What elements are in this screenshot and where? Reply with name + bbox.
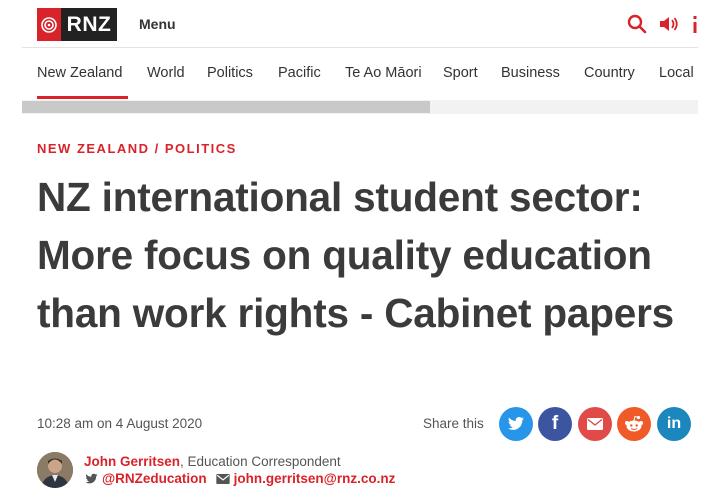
article-timestamp: 10:28 am on 4 August 2020 (37, 416, 203, 431)
email-small-icon (216, 473, 230, 484)
email-icon (587, 418, 603, 430)
rnz-logo-text: RNZ (61, 8, 117, 41)
share-label: Share this (423, 416, 484, 431)
menu-button[interactable]: Menu (139, 16, 176, 32)
nav-item-world[interactable]: World (147, 65, 185, 81)
nav-item-local[interactable]: Local (659, 65, 694, 81)
twitter-small-icon (85, 473, 98, 483)
author-avatar[interactable] (37, 452, 73, 488)
share-linkedin-button[interactable]: in (657, 407, 691, 441)
share-reddit-button[interactable] (617, 407, 651, 441)
nav-item-business[interactable]: Business (501, 65, 560, 81)
nav-item-te-ao-maori[interactable]: Te Ao Māori (345, 65, 422, 81)
author-twitter-link[interactable]: @RNZeducation (102, 471, 207, 486)
nav-item-pacific[interactable]: Pacific (278, 65, 321, 81)
search-icon[interactable] (626, 13, 648, 35)
linkedin-icon: in (666, 415, 682, 432)
twitter-icon (508, 417, 524, 430)
author-byline: John Gerritsen, Education Correspondent (84, 454, 341, 469)
author-name[interactable]: John Gerritsen (84, 454, 180, 469)
facebook-icon: f (551, 413, 559, 434)
author-role: , Education Correspondent (180, 454, 341, 469)
author-email-link[interactable]: john.gerritsen@rnz.co.nz (234, 471, 396, 486)
nav-item-politics[interactable]: Politics (207, 65, 253, 81)
nav-item-sport[interactable]: Sport (443, 65, 478, 81)
site-header: RNZ Menu (0, 0, 725, 48)
nav-active-indicator (37, 96, 128, 99)
nav-item-country[interactable]: Country (584, 65, 635, 81)
nav-item-new-zealand[interactable]: New Zealand (37, 65, 122, 81)
nav-scrollbar-thumb[interactable] (22, 101, 430, 113)
share-twitter-button[interactable] (499, 407, 533, 441)
rnz-logo-mark-icon (37, 8, 61, 41)
article-headline: NZ international student sector: More fo… (37, 174, 674, 336)
section-nav: New Zealand World Politics Pacific Te Ao… (0, 48, 725, 100)
share-facebook-button[interactable]: f (538, 407, 572, 441)
reddit-icon (625, 415, 643, 432)
author-contacts: @RNZeducation john.gerritsen@rnz.co.nz (84, 471, 395, 486)
share-email-button[interactable] (578, 407, 612, 441)
audio-icon[interactable] (657, 13, 679, 35)
breadcrumb[interactable]: NEW ZEALAND / POLITICS (37, 141, 237, 156)
rnz-logo[interactable]: RNZ (37, 8, 117, 41)
more-icon[interactable] (692, 13, 698, 35)
